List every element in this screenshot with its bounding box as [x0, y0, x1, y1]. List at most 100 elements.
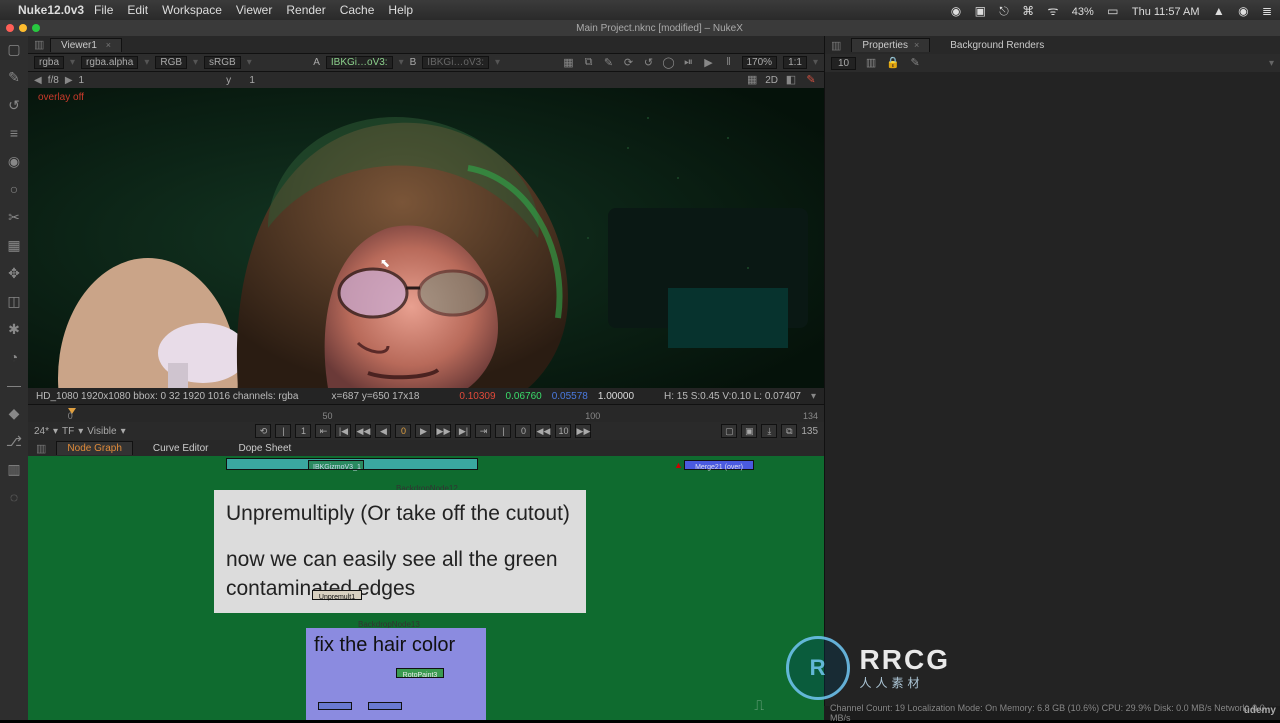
play-btn[interactable]: |	[495, 424, 511, 438]
view-mode[interactable]: 2D	[765, 75, 778, 86]
control-center-icon[interactable]: ≣	[1262, 4, 1272, 18]
lut-select[interactable]: sRGB	[204, 56, 241, 69]
lock-icon[interactable]: 🔒	[886, 56, 900, 70]
gamma[interactable]: 1	[79, 75, 85, 86]
input-b[interactable]: IBKGi…oV3:	[422, 56, 489, 69]
play-btn[interactable]: 0	[515, 424, 531, 438]
wifi-icon[interactable]: ᯤ	[1047, 4, 1058, 18]
fstop[interactable]: f/8	[48, 75, 59, 86]
tool-icon[interactable]: ◉	[5, 152, 23, 170]
node-rotopaint[interactable]: RotoPaint3	[396, 668, 444, 678]
play-btn[interactable]: ▶|	[455, 424, 471, 438]
fps[interactable]: 24*	[34, 426, 49, 437]
tool-icon[interactable]: ◫	[5, 292, 23, 310]
user-icon[interactable]: ▲	[1213, 4, 1225, 18]
channel-select[interactable]: rgba	[34, 56, 64, 69]
timeline[interactable]: 0 50 100 134	[28, 404, 824, 422]
menu-workspace[interactable]: Workspace	[162, 3, 222, 17]
play-btn[interactable]: |	[275, 424, 291, 438]
play-btn[interactable]: ⟲	[255, 424, 271, 438]
window-close-icon[interactable]	[6, 24, 14, 32]
tool-icon[interactable]: ✥	[5, 264, 23, 282]
nav-next-icon[interactable]: ▶	[65, 75, 73, 86]
play-opt[interactable]: ⧉	[781, 424, 797, 438]
backdrop-unpremult[interactable]: Unpremultiply (Or take off the cutout) n…	[214, 490, 586, 613]
viewer-icon[interactable]: ⧉	[582, 56, 596, 70]
node-graph[interactable]: ▥ Node Graph Curve Editor Dope Sheet IBK…	[28, 440, 824, 720]
sub-icon[interactable]: ✎	[804, 73, 818, 87]
tool-icon[interactable]: ✱	[5, 320, 23, 338]
tool-icon[interactable]: ◆	[5, 404, 23, 422]
tool-icon[interactable]: —	[5, 376, 23, 394]
status-icon-4[interactable]: ⌘	[1022, 4, 1034, 18]
tool-icon[interactable]: ▥	[5, 460, 23, 478]
tab-bgrenders[interactable]: Background Renders	[940, 39, 1054, 52]
menu-viewer[interactable]: Viewer	[236, 3, 272, 17]
zoom-level[interactable]: 170%	[742, 56, 778, 69]
frame-first[interactable]: 1	[295, 424, 311, 438]
layer-select[interactable]: rgba.alpha	[81, 56, 138, 69]
edit-icon[interactable]: ✎	[908, 56, 922, 70]
viewer-icon[interactable]: ▶	[702, 56, 716, 70]
menu-file[interactable]: File	[94, 3, 113, 17]
skip-frames[interactable]: 10	[555, 424, 571, 438]
chevron-down-icon[interactable]: ▾	[1269, 58, 1274, 69]
play-opt[interactable]: ⤓	[761, 424, 777, 438]
tab-close-icon[interactable]: ×	[106, 40, 111, 50]
sub-icon[interactable]: ◧	[784, 73, 798, 87]
play-btn[interactable]: ◀◀	[535, 424, 551, 438]
tool-icon[interactable]: ↺	[5, 96, 23, 114]
tool-icon[interactable]: ⎇	[5, 432, 23, 450]
tool-icon[interactable]: ◔	[5, 348, 23, 366]
viewer-canvas[interactable]: overlay off	[28, 88, 824, 388]
max-panels[interactable]: 10	[831, 57, 856, 70]
battery-icon[interactable]: ▭	[1107, 4, 1118, 18]
play-opt[interactable]: ▣	[741, 424, 757, 438]
tool-icon[interactable]: ○	[5, 180, 23, 198]
play-btn[interactable]: ⇤	[315, 424, 331, 438]
visibility[interactable]: Visible	[87, 426, 116, 437]
tab-properties[interactable]: Properties×	[851, 38, 930, 52]
nav-prev-icon[interactable]: ◀	[34, 75, 42, 86]
tab-close-icon[interactable]: ×	[914, 40, 919, 50]
tool-icon[interactable]: ≡	[5, 124, 23, 142]
tab-nodegraph[interactable]: Node Graph	[56, 441, 132, 455]
tool-icon[interactable]: ▢	[5, 40, 23, 58]
frame-end[interactable]: 135	[801, 426, 818, 437]
tab-dopesheet[interactable]: Dope Sheet	[228, 442, 301, 455]
node-unpremult[interactable]: Unpremult1	[312, 590, 362, 600]
menu-cache[interactable]: Cache	[340, 3, 375, 17]
tab-curveeditor[interactable]: Curve Editor	[143, 442, 219, 455]
tf[interactable]: TF	[62, 426, 74, 437]
viewer-icon[interactable]: ⏯	[682, 56, 696, 70]
clock[interactable]: Thu 11:57 AM	[1132, 6, 1200, 18]
step-back[interactable]: ◀◀	[355, 424, 371, 438]
play-btn[interactable]: ▶▶	[575, 424, 591, 438]
step-forward[interactable]: ▶▶	[435, 424, 451, 438]
spotlight-icon[interactable]: ◉	[1238, 4, 1248, 18]
viewer-icon[interactable]: ⟳	[622, 56, 636, 70]
tool-icon[interactable]: ✎	[5, 68, 23, 86]
play-forward[interactable]: ▶	[415, 424, 431, 438]
node-small[interactable]	[368, 702, 402, 710]
viewer-icon[interactable]: ✎	[602, 56, 616, 70]
clear-icon[interactable]: ▥	[864, 56, 878, 70]
node-ibk[interactable]: IBKGizmoV3_1	[308, 460, 364, 470]
window-zoom-icon[interactable]	[32, 24, 40, 32]
sub-icon[interactable]: ▦	[745, 73, 759, 87]
menu-render[interactable]: Render	[286, 3, 325, 17]
status-icon-3[interactable]: ⎋	[999, 4, 1009, 18]
viewer-icon[interactable]: ▦	[562, 56, 576, 70]
node-small[interactable]	[318, 702, 352, 710]
pixel-ratio[interactable]: 1:1	[783, 56, 807, 69]
viewer-icon[interactable]: ◯	[662, 56, 676, 70]
node-merge[interactable]: Merge21 (over)	[684, 460, 754, 470]
viewer-icon[interactable]: ↺	[642, 56, 656, 70]
window-minimize-icon[interactable]	[19, 24, 27, 32]
play-back[interactable]: ◀	[375, 424, 391, 438]
tool-icon[interactable]: ◌	[5, 488, 23, 506]
tool-icon[interactable]: ✂	[5, 208, 23, 226]
tab-viewer1[interactable]: Viewer1 ×	[50, 38, 122, 52]
play-btn[interactable]: |◀	[335, 424, 351, 438]
menu-help[interactable]: Help	[388, 3, 413, 17]
